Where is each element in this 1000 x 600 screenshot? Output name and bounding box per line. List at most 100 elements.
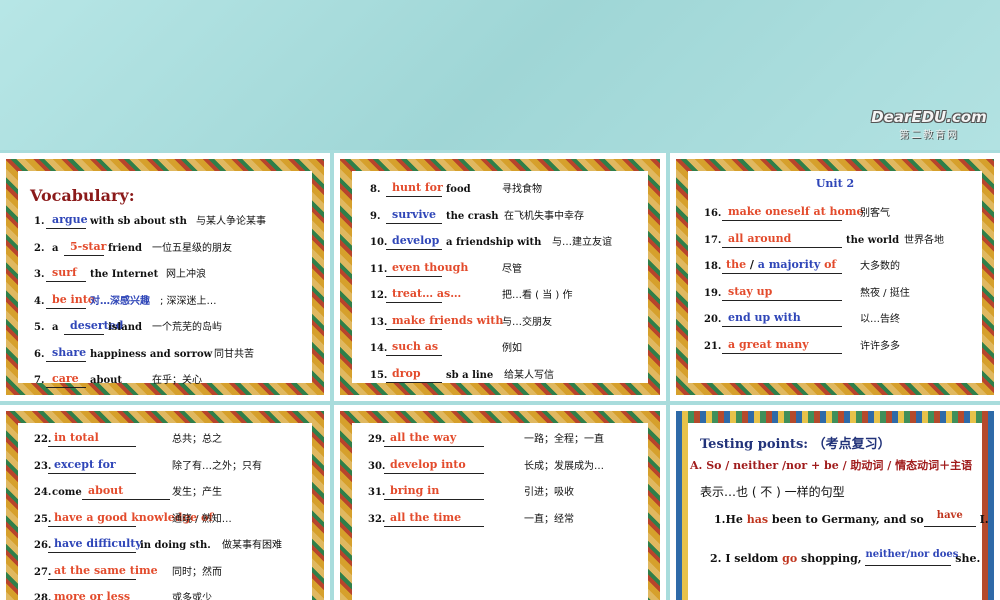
vocab-row: 26. have difficulty in doing sth. 做某事有困难 — [0, 533, 330, 553]
answer-text: end up with — [728, 311, 801, 324]
item-number: 8. — [370, 184, 381, 195]
vocab-row: 9. survive the crash 在飞机失事中幸存 — [334, 204, 666, 224]
vocab-row: 25. have a good knowledge of 通晓 / 熟知… — [0, 507, 330, 527]
item-suffix: about — [90, 375, 123, 386]
vocab-row: 21. a great many 许许多多 — [670, 334, 1000, 354]
item-suffix: with sb about sth — [90, 216, 187, 227]
item-number: 21. — [704, 340, 722, 352]
vocab-row: 17. all around the world 世界各地 — [670, 228, 1000, 248]
sentence-text: 2. I seldom — [710, 552, 783, 565]
answer-blank[interactable]: neither/nor does — [865, 549, 958, 566]
answer-text: hunt for — [392, 181, 443, 194]
answer-text: about — [88, 484, 124, 497]
chinese-meaning: 在飞机失事中幸存 — [504, 210, 584, 222]
vocab-row: 20. end up with 以…告终 — [670, 307, 1000, 327]
vocabulary-title: Vocabulary: — [30, 186, 135, 205]
answer-text: care — [52, 372, 79, 385]
vocab-row: 11. even though 尽管 — [334, 257, 666, 277]
vocab-row: 18. the / a majority of 大多数的 — [670, 254, 1000, 274]
sentence-text: 1.He — [714, 513, 747, 526]
item-suffix: happiness and sorrow — [90, 348, 213, 360]
chinese-meaning: 一直；经常 — [524, 513, 574, 525]
chinese-meaning: 一路；全程；一直 — [524, 434, 604, 445]
vocab-row: 32. all the time 一直；经常 — [334, 507, 666, 527]
chinese-meaning: 与…建立友谊 — [552, 237, 612, 248]
answer-text: the / a majority of — [726, 258, 837, 271]
item-number: 7. — [34, 375, 45, 386]
testing-rule: A. So / neither /nor + be / 助动词 / 情态动词＋主… — [690, 459, 973, 472]
answer-blank[interactable]: have — [923, 510, 976, 527]
vocab-row: 16. make oneself at home 别客气 — [670, 201, 1000, 221]
item-number: 20. — [704, 314, 722, 325]
item-suffix: the crash — [446, 210, 499, 222]
watermark-line1: DearEDU.com — [871, 108, 987, 126]
item-suffix: island — [108, 322, 142, 333]
chinese-meaning: 以…告终 — [860, 314, 900, 325]
answer-text: in total — [54, 431, 99, 444]
answer-text: all the time — [390, 510, 462, 524]
item-suffix: 对…深感兴趣 — [90, 295, 150, 307]
vocab-row: 4. be into 对…深感兴趣 ; 深深迷上… — [0, 289, 330, 309]
item-number: 18. — [704, 261, 722, 272]
answer-text: make friends with — [392, 313, 504, 327]
answer-text: surf — [52, 266, 77, 279]
item-number: 2. — [34, 242, 45, 254]
chinese-meaning: 或多或少 — [172, 593, 212, 600]
item-suffix: food — [446, 184, 471, 195]
vocab-row: 3. surf the Internet 网上冲浪 — [0, 262, 330, 282]
item-number: 30. — [368, 460, 386, 472]
chinese-meaning: 与某人争论某事 — [196, 216, 266, 227]
slide-vocabulary-5[interactable]: 29. all the way 一路；全程；一直 30. develop into 长成；… — [334, 405, 666, 600]
item-suffix: a friendship with — [446, 237, 542, 248]
chinese-meaning: 网上冲浪 — [166, 269, 206, 280]
chinese-meaning: 引进；吸收 — [524, 487, 574, 498]
vocab-row: 28. more or less 或多或少 — [0, 586, 330, 600]
answer-text: develop — [392, 234, 440, 247]
chinese-meaning: 世界各地 — [904, 234, 944, 246]
slide-vocabulary-2[interactable]: 8. hunt for food 寻找食物 9. survive the crash 在飞机失… — [334, 153, 666, 401]
answer-text: treat… as… — [392, 287, 462, 300]
watermark-line2: 第二教育网 — [899, 130, 959, 141]
item-suffix: friend — [108, 242, 142, 254]
item-number: 6. — [34, 348, 45, 360]
answer-text: all around — [728, 231, 792, 245]
item-number: 13. — [370, 316, 388, 328]
answer-text: be into — [52, 292, 96, 306]
slide-testing-points[interactable]: Testing points: （考点复习） A. So / neither /… — [670, 405, 1000, 600]
testing-sentence-2: 2. I seldom go shopping, neither/nor doe… — [710, 549, 980, 566]
answer-text: even though — [392, 260, 469, 274]
chinese-meaning: 给某人写信 — [504, 369, 554, 381]
item-number: 5. — [34, 322, 45, 333]
sentence-highlight: go — [782, 552, 798, 565]
chinese-meaning: 同时；然而 — [172, 566, 222, 578]
answer-text: bring in — [390, 484, 440, 497]
answer-text: develop into — [390, 457, 466, 471]
item-number: 10. — [370, 237, 388, 248]
answer-text: 5-star — [70, 239, 107, 253]
slide-vocabulary-4[interactable]: 22. in total 总共；总之 23. except for 除了有…之外；只有 24… — [0, 405, 330, 600]
slide-vocabulary-1[interactable]: Vocabulary: 1. argue with sb about sth 与某人争… — [0, 153, 330, 401]
answer-text: argue — [52, 213, 88, 226]
answer-text: have difficulty — [54, 537, 142, 550]
item-suffix: the Internet — [90, 269, 159, 280]
vocab-row: 13. make friends with 与…交朋友 — [334, 310, 666, 330]
answer-text: survive — [392, 207, 436, 221]
sentence-text: shopping, — [797, 552, 866, 565]
chinese-meaning: 同甘共苦 — [214, 348, 254, 360]
vocab-row: 2. a 5-star friend 一位五星级的朋友 — [0, 236, 330, 256]
answer-text: share — [52, 345, 87, 359]
chinese-meaning: 总共；总之 — [172, 434, 222, 445]
item-number: 31. — [368, 487, 386, 498]
item-number: 17. — [704, 234, 722, 246]
item-prefix: a — [52, 242, 59, 254]
item-number: 3. — [34, 269, 45, 280]
vocab-row: 22. in total 总共；总之 — [0, 427, 330, 447]
chinese-meaning: 一个荒芜的岛屿 — [152, 322, 222, 333]
item-number: 16. — [704, 208, 722, 219]
chinese-meaning: 除了有…之外；只有 — [172, 460, 262, 472]
chinese-meaning: 发生；产生 — [172, 487, 222, 498]
item-number: 15. — [370, 369, 388, 381]
answer-text: more or less — [54, 590, 131, 600]
slide-vocabulary-3[interactable]: Unit 2 16. make oneself at home 别客气 17. all … — [670, 153, 1000, 401]
answer-text: stay up — [728, 284, 773, 298]
